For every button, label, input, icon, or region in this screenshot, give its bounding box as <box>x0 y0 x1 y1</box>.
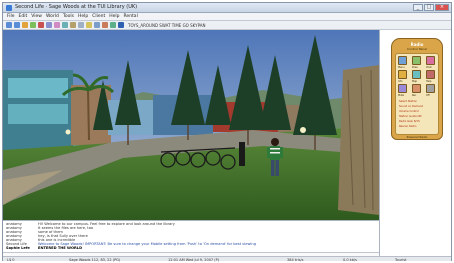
hud-btn-label: Off <box>426 94 430 97</box>
location-coords[interactable]: Sage Woods 112, 83, 22 (PG) <box>69 258 120 262</box>
hud-btn-label: Mute <box>398 94 404 97</box>
menu-world[interactable]: World <box>46 14 59 19</box>
search-icon[interactable] <box>46 22 52 28</box>
menu-help[interactable]: Help <box>78 14 88 19</box>
favorite-icon[interactable] <box>54 22 60 28</box>
chat-history[interactable]: anatomy Hi! Welcome to our campus. Feel f… <box>3 220 379 252</box>
stop-icon[interactable] <box>38 22 44 28</box>
window-title: Second Life · Sage Woods at the TUI Libr… <box>15 4 138 10</box>
menu-edit[interactable]: Edit <box>19 14 28 19</box>
build-icon[interactable] <box>94 22 100 28</box>
map-icon[interactable] <box>412 70 421 79</box>
scene-image <box>3 30 379 220</box>
map-icon[interactable] <box>62 22 68 28</box>
money-balance[interactable]: L$ 0 <box>7 258 15 262</box>
menu-client[interactable]: Client <box>92 14 105 19</box>
hud-btn-label: Menu <box>398 66 405 69</box>
toolbar-shortcuts[interactable]: TOYS_AROUND SWAT TIME GO SKYPAN <box>128 23 205 28</box>
fps-readout: 384 tris/s <box>287 257 304 262</box>
menu-tools[interactable]: Tools <box>63 14 74 19</box>
hud-option[interactable]: Radio Gain 8/15 <box>399 120 420 123</box>
forward-icon[interactable] <box>14 22 20 28</box>
hud-btn-label: Help <box>426 80 432 83</box>
fly-icon[interactable] <box>102 22 108 28</box>
status-bar: L$ 0 Sage Woods 112, 83, 22 (PG) 12:01 A… <box>3 256 451 262</box>
hud-btn-label: Map <box>412 80 418 83</box>
menu-view[interactable]: View <box>31 14 42 19</box>
title-bar[interactable]: Second Life · Sage Woods at the TUI Libr… <box>3 3 451 13</box>
pose-icon[interactable] <box>412 56 421 65</box>
refresh-icon[interactable] <box>30 22 36 28</box>
hud-option[interactable]: Select Station <box>399 100 417 103</box>
camera-icon[interactable] <box>78 22 84 28</box>
record-icon[interactable] <box>412 84 421 93</box>
toolbar: TOYS_AROUND SWAT TIME GO SKYPAN <box>3 21 451 30</box>
menu-rental[interactable]: Rental <box>124 14 138 19</box>
inventory-icon[interactable] <box>70 22 76 28</box>
hud-option[interactable]: Sound on Demand <box>399 105 423 108</box>
hud-btn-label: Info <box>398 80 403 83</box>
snapshot-icon[interactable] <box>86 22 92 28</box>
world-viewport[interactable] <box>3 30 379 220</box>
hud-btn-label: Chat <box>426 66 432 69</box>
app-icon <box>6 5 12 11</box>
hud-footer: Powered Radio <box>406 135 428 139</box>
menu-icon[interactable] <box>398 56 407 65</box>
menu-file[interactable]: File <box>7 14 15 19</box>
maximize-button[interactable]: □ <box>424 4 434 11</box>
hud-option[interactable]: Volume Control <box>399 110 419 113</box>
back-icon[interactable] <box>6 22 12 28</box>
help-icon[interactable] <box>426 70 435 79</box>
hud-panel: Radio Control Panel Menu Pose Chat Info … <box>379 30 451 256</box>
info-icon[interactable] <box>398 70 407 79</box>
power-icon[interactable] <box>426 84 435 93</box>
chat-line-entered: Sophie Lefe ENTERED THE WORLD <box>6 246 83 250</box>
radio-hud[interactable]: Radio Control Panel Menu Pose Chat Info … <box>391 38 443 140</box>
mute-icon[interactable] <box>398 84 407 93</box>
chat-icon[interactable] <box>426 56 435 65</box>
clock: 12:01 AM Wed Jul 9, 2007 (P) <box>168 257 220 262</box>
chat-icon[interactable] <box>110 22 116 28</box>
minimize-button[interactable]: _ <box>413 4 423 11</box>
hud-btn-label: Rec <box>412 94 417 97</box>
menu-help-2[interactable]: Help <box>109 14 119 19</box>
hud-body: Menu Pose Chat Info Map Help Mute Rec Of… <box>395 53 439 135</box>
traffic-readout: 0.0 kb/s <box>343 257 357 262</box>
home-icon[interactable] <box>22 22 28 28</box>
avatar-icon[interactable] <box>118 22 124 28</box>
account-status: Tourist <box>395 257 407 262</box>
hud-subtitle: Control Panel <box>407 47 427 51</box>
hud-option[interactable]: Rescan Radio <box>399 125 416 128</box>
hud-btn-label: Pose <box>412 66 418 69</box>
hud-option[interactable]: Station Guide ON <box>399 115 421 118</box>
close-button[interactable]: × <box>435 4 449 11</box>
app-window: Second Life · Sage Woods at the TUI Libr… <box>2 2 452 262</box>
menu-bar: File Edit View World Tools Help Client H… <box>3 13 451 21</box>
